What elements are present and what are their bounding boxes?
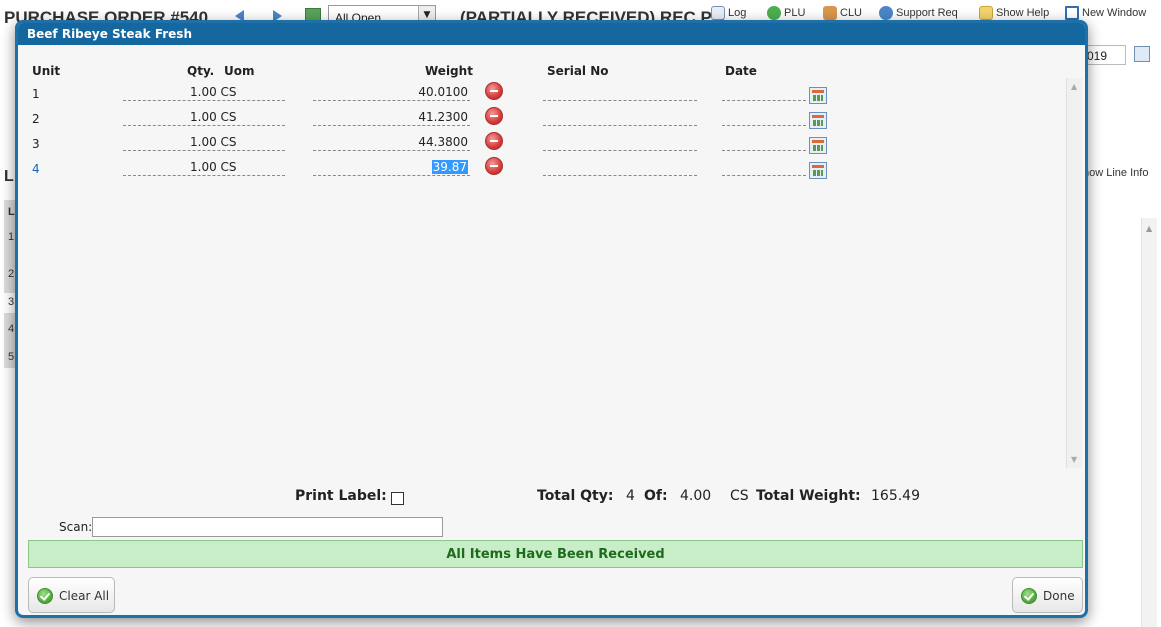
weight-field-focused[interactable]: 39.87 [313,156,470,176]
total-weight-value: 165.49 [871,488,920,504]
date-field[interactable] [722,81,806,101]
row-number: 2 [8,268,15,280]
status-banner: All Items Have Been Received [28,540,1083,568]
col-header-qty: Qty. [187,64,215,78]
calendar-icon[interactable] [809,162,827,179]
remove-icon[interactable] [485,82,503,100]
help-circle-icon [879,6,893,20]
scan-input[interactable] [92,517,443,537]
page-scrollbar[interactable]: ▲ [1141,218,1157,627]
total-weight-label: Total Weight: [756,488,861,504]
total-qty-value: 4 [626,488,635,504]
section-heading: L [4,168,14,185]
remove-icon[interactable] [485,132,503,150]
remove-icon[interactable] [485,107,503,125]
qty-uom-field[interactable]: 1.00 CS [123,156,285,176]
status-banner-text: All Items Have Been Received [446,547,665,562]
row-number: 3 [8,296,15,308]
date-field[interactable] [722,156,806,176]
col-header-uom: Uom [224,64,255,78]
row-number: 5 [8,351,15,363]
scroll-down-icon[interactable]: ▼ [1071,455,1077,464]
dialog-title: Beef Ribeye Steak Fresh [27,27,192,41]
scan-label: Scan: [59,520,93,534]
check-circle-icon [1021,588,1037,604]
date-field[interactable] [722,106,806,126]
of-label: Of: [644,488,668,504]
weight-field[interactable]: 44.3800 [313,131,470,151]
unit-row: 1 1.00 CS 40.0100 [18,81,1085,106]
date-field[interactable] [722,131,806,151]
unit-row: 2 1.00 CS 41.2300 [18,106,1085,131]
qty-uom-field[interactable]: 1.00 CS [123,106,285,126]
unit-number: 4 [32,162,40,176]
col-header-serial: Serial No [547,64,609,78]
qty-uom-field[interactable]: 1.00 CS [123,131,285,151]
calendar-icon[interactable] [809,112,827,129]
unit-row: 3 1.00 CS 44.3800 [18,131,1085,156]
serial-field[interactable] [543,156,697,176]
row-number: 1 [8,231,15,243]
col-header-unit: Unit [32,64,61,78]
row-number: 4 [8,323,15,335]
date-field[interactable]: 019 [1084,45,1126,65]
serial-field[interactable] [543,131,697,151]
list-scrollbar[interactable]: ▲ ▼ [1066,78,1082,468]
col-header-date: Date [725,64,757,78]
print-label-checkbox[interactable] [391,492,404,505]
log-icon [711,6,725,20]
serial-field[interactable] [543,106,697,126]
users-icon [823,6,837,20]
check-circle-icon [37,588,53,604]
window-icon [1065,6,1079,20]
scroll-up-icon[interactable]: ▲ [1071,82,1077,91]
unit-number: 1 [32,87,40,101]
serial-field[interactable] [543,81,697,101]
of-value: 4.00 [680,488,712,504]
done-button[interactable]: Done [1012,577,1083,613]
unit-row-active: 4 1.00 CS 39.87 [18,156,1085,181]
calendar-icon[interactable] [809,87,827,104]
clear-all-button[interactable]: Clear All [28,577,115,613]
receive-items-dialog: Beef Ribeye Steak Fresh Unit Qty. Uom We… [15,20,1088,618]
weight-field[interactable]: 40.0100 [313,81,470,101]
of-uom: CS [730,488,749,504]
show-line-info-link[interactable]: how Line Info [1083,167,1161,179]
remove-icon[interactable] [485,157,503,175]
qty-uom-field[interactable]: 1.00 CS [123,81,285,101]
calendar-icon[interactable] [809,137,827,154]
calendar-icon[interactable] [1134,46,1150,62]
total-qty-label: Total Qty: [537,488,614,504]
row-number: L [8,206,15,218]
print-label-text: Print Label: [295,488,387,504]
dialog-header[interactable]: Beef Ribeye Steak Fresh [18,23,1085,45]
unit-number: 2 [32,112,40,126]
weight-field[interactable]: 41.2300 [313,106,470,126]
col-header-weight: Weight [425,64,473,78]
dollar-icon [767,6,781,20]
speech-bubble-icon [979,6,993,20]
unit-number: 3 [32,137,40,151]
